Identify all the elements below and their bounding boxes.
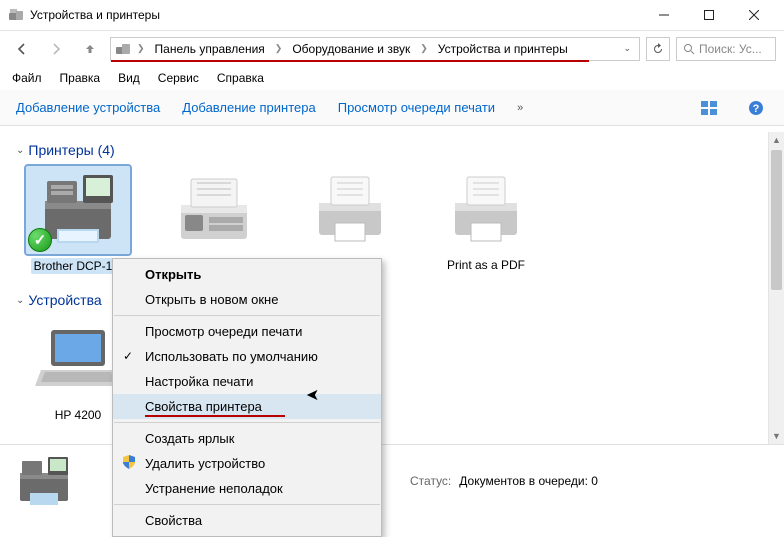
add-printer-button[interactable]: Добавление принтера	[182, 100, 315, 115]
ctx-view-queue[interactable]: Просмотр очереди печати	[113, 319, 381, 344]
search-input[interactable]: Поиск: Ус...	[676, 37, 776, 61]
printer-item[interactable]: Print as a PDF	[432, 166, 540, 274]
check-icon: ✓	[123, 349, 133, 363]
close-button[interactable]	[731, 1, 776, 29]
ctx-separator	[114, 504, 380, 505]
help-button[interactable]: ?	[744, 96, 768, 120]
fax-icon	[162, 166, 266, 254]
view-mode-button[interactable]	[698, 96, 722, 120]
context-menu: Открыть Открыть в новом окне Просмотр оч…	[112, 258, 382, 537]
status-field: Статус: Документов в очереди: 0	[410, 474, 598, 488]
refresh-button[interactable]	[646, 37, 670, 61]
chevron-right-icon: ❯	[273, 43, 285, 54]
ctx-properties[interactable]: Свойства	[113, 508, 381, 533]
ctx-label: Удалить устройство	[145, 456, 265, 471]
minimize-button[interactable]	[641, 1, 686, 29]
ctx-label: Использовать по умолчанию	[145, 349, 318, 364]
printer-icon	[298, 166, 402, 254]
search-placeholder: Поиск: Ус...	[699, 42, 762, 56]
ctx-label: Свойства принтера	[145, 399, 262, 414]
status-label: Статус:	[410, 474, 451, 488]
window-buttons	[641, 1, 776, 29]
view-queue-button[interactable]: Просмотр очереди печати	[338, 100, 495, 115]
annotation-underline	[111, 60, 589, 62]
toolbar-more[interactable]: »	[517, 102, 523, 114]
chevron-right-icon: ❯	[418, 43, 430, 54]
default-checkmark-icon: ✓	[28, 228, 52, 252]
ctx-troubleshoot[interactable]: Устранение неполадок	[113, 476, 381, 501]
devices-icon	[8, 7, 24, 23]
ctx-create-shortcut[interactable]: Создать ярлык	[113, 426, 381, 451]
vertical-scrollbar[interactable]: ▲ ▼	[768, 132, 784, 444]
section-title: Устройства	[28, 292, 101, 308]
device-label: Print as a PDF	[447, 258, 525, 272]
ctx-open[interactable]: Открыть	[113, 262, 381, 287]
cursor-icon: ➤	[306, 385, 319, 405]
menu-help[interactable]: Справка	[217, 71, 264, 85]
printer-icon	[434, 166, 538, 254]
caret-down-icon: ⌄	[16, 295, 24, 306]
chevron-right-icon: ❯	[135, 43, 147, 54]
toolbar: Добавление устройства Добавление принтер…	[0, 90, 784, 126]
titlebar: Устройства и принтеры	[0, 0, 784, 30]
ctx-open-new-window[interactable]: Открыть в новом окне	[113, 287, 381, 312]
menu-edit[interactable]: Правка	[60, 71, 101, 85]
search-icon	[683, 43, 695, 55]
device-label: HP 4200	[55, 408, 101, 422]
ctx-printer-properties[interactable]: Свойства принтера	[113, 394, 381, 419]
shield-icon	[121, 454, 137, 470]
forward-button[interactable]	[42, 35, 70, 63]
caret-down-icon: ⌄	[16, 145, 24, 156]
menu-file[interactable]: Файл	[12, 71, 42, 85]
add-device-button[interactable]: Добавление устройства	[16, 100, 160, 115]
maximize-button[interactable]	[686, 1, 731, 29]
scroll-up-icon[interactable]: ▲	[769, 132, 784, 148]
breadcrumb-root-icon	[115, 41, 131, 57]
address-dropdown[interactable]: ⌄	[619, 43, 635, 54]
window-title: Устройства и принтеры	[30, 8, 641, 22]
section-title: Принтеры (4)	[28, 142, 114, 158]
annotation-underline	[145, 415, 285, 417]
breadcrumb-item[interactable]: Устройства и принтеры	[434, 40, 572, 58]
ctx-separator	[114, 315, 380, 316]
ctx-remove-device[interactable]: Удалить устройство	[113, 451, 381, 476]
scroll-thumb[interactable]	[771, 150, 782, 290]
scroll-down-icon[interactable]: ▼	[769, 428, 784, 444]
ctx-separator	[114, 422, 380, 423]
status-thumbnail-icon	[14, 453, 74, 509]
breadcrumb-item[interactable]: Панель управления	[151, 40, 269, 58]
breadcrumb-item[interactable]: Оборудование и звук	[288, 40, 414, 58]
section-printers-header[interactable]: ⌄ Принтеры (4)	[16, 142, 768, 158]
svg-text:?: ?	[753, 103, 760, 115]
menu-service[interactable]: Сервис	[158, 71, 199, 85]
back-button[interactable]	[8, 35, 36, 63]
status-value: Документов в очереди: 0	[459, 474, 598, 488]
up-button[interactable]	[76, 35, 104, 63]
menu-view[interactable]: Вид	[118, 71, 140, 85]
navbar: ❯ Панель управления ❯ Оборудование и зву…	[0, 30, 784, 66]
ctx-print-settings[interactable]: Настройка печати	[113, 369, 381, 394]
address-bar[interactable]: ❯ Панель управления ❯ Оборудование и зву…	[110, 37, 640, 61]
menubar: Файл Правка Вид Сервис Справка	[0, 66, 784, 90]
status-fields: Статус: Документов в очереди: 0	[410, 474, 598, 488]
ctx-use-default[interactable]: ✓ Использовать по умолчанию	[113, 344, 381, 369]
